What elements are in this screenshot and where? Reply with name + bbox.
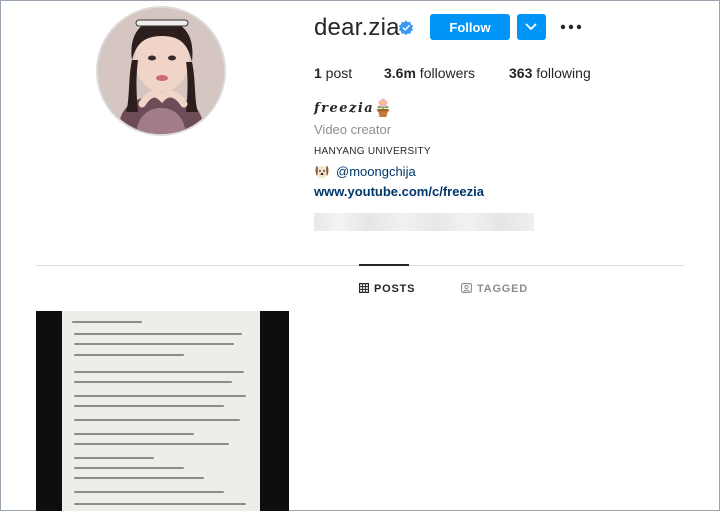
dog-face-emoji-icon — [315, 166, 329, 178]
tab-posts[interactable]: POSTS — [359, 283, 415, 295]
tab-posts-label: POSTS — [374, 283, 416, 295]
grid-icon — [359, 283, 370, 294]
tagged-icon — [461, 283, 472, 293]
tab-tagged-label: TAGGED — [477, 283, 529, 295]
followers-count-stat[interactable]: 3.6m followers — [384, 65, 475, 81]
follow-button[interactable]: Follow — [430, 14, 510, 40]
flower-emoji-icon — [377, 98, 389, 117]
following-count-stat[interactable]: 363 following — [509, 65, 591, 81]
followers-count-value: 3.6m — [384, 65, 416, 81]
profile-category: Video creator — [314, 122, 392, 137]
posts-count-label: post — [321, 65, 353, 81]
avatar-photo — [98, 8, 224, 134]
blurred-bio-text — [314, 213, 534, 231]
handwritten-letter-image — [62, 311, 260, 511]
followers-count-label: followers — [415, 65, 476, 81]
active-tab-indicator — [359, 264, 409, 266]
following-count-label: following — [532, 65, 591, 81]
post-thumbnail[interactable] — [36, 311, 289, 511]
suggested-accounts-dropdown-button[interactable] — [517, 14, 546, 40]
bio-mention-link[interactable]: @moongchija — [336, 164, 416, 179]
posts-count-stat: 1 post — [314, 65, 352, 81]
profile-avatar[interactable] — [98, 8, 224, 134]
profile-username: dear.zia — [314, 14, 400, 41]
more-options-icon[interactable] — [559, 16, 583, 38]
verified-badge-icon — [398, 20, 414, 36]
profile-avatar-ring[interactable] — [96, 6, 226, 136]
bio-school: HANYANG UNIVERSITY — [314, 146, 431, 157]
chevron-down-icon — [525, 23, 537, 30]
posts-count-value: 1 — [314, 65, 322, 81]
tab-tagged[interactable]: TAGGED — [461, 283, 528, 295]
following-count-value: 363 — [509, 65, 533, 81]
profile-website-link[interactable]: www.youtube.com/c/freezia — [314, 184, 484, 199]
